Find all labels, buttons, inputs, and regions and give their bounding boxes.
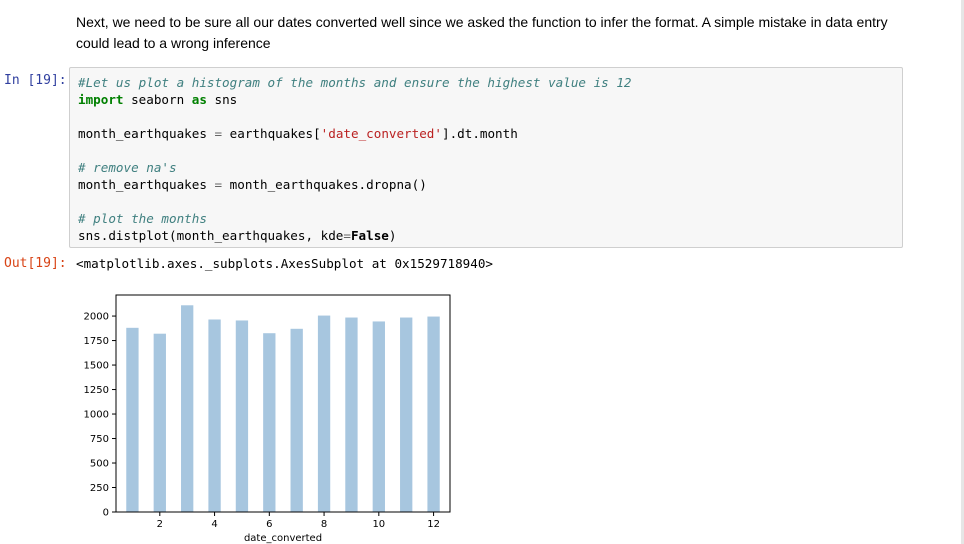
histogram-chart: 025050075010001250150017502000 2 4 6 8 10 12 … [84, 294, 451, 544]
code-text: sns.distplot(month_earthquakes, kde [78, 228, 344, 243]
x-tick-label: 2 [157, 519, 163, 530]
code-text: sns [206, 92, 238, 107]
code-comment: #Let us plot a histogram of the months a… [78, 75, 632, 90]
histogram-bar [126, 327, 139, 512]
x-tick-label: 10 [372, 519, 385, 530]
code-text: earthquakes[ [222, 126, 321, 141]
histogram-bar [208, 319, 221, 512]
code-keyword: False [350, 228, 389, 243]
code-text: seaborn [123, 92, 192, 107]
code-operator: = [214, 177, 223, 192]
code-editor[interactable]: #Let us plot a histogram of the months a… [78, 74, 632, 244]
histogram-bar [427, 316, 440, 512]
code-text: month_earthquakes [78, 126, 215, 141]
in-prompt: In [19]: [4, 73, 67, 88]
y-tick-label: 500 [90, 459, 109, 470]
code-operator: = [343, 228, 351, 243]
y-tick-label: 750 [90, 434, 109, 445]
y-tick-label: 250 [90, 483, 109, 494]
histogram-bar [263, 333, 276, 512]
y-tick-label: 1750 [84, 336, 109, 347]
x-tick-label: 8 [321, 519, 327, 530]
code-text: month_earthquakes [78, 177, 215, 192]
y-ticks: 0 250 500 750 1000 1250 1500 1750 2000 [84, 312, 116, 519]
histogram-bar [153, 333, 166, 512]
y-tick-label: 1000 [84, 410, 109, 421]
histogram-bar [400, 317, 413, 512]
histogram-bar [235, 320, 249, 512]
code-operator: = [214, 126, 223, 141]
code-cell[interactable]: #Let us plot a histogram of the months a… [69, 67, 903, 248]
code-keyword: import [78, 92, 124, 107]
y-tick-label: 2000 [84, 312, 109, 323]
code-text: ) [388, 228, 397, 243]
x-axis-label: date_converted [244, 533, 322, 544]
code-text: ].dt.month [441, 126, 518, 141]
axes-frame [115, 294, 451, 513]
histogram-bar [317, 315, 331, 512]
bars-group [126, 305, 440, 512]
y-tick-label: 1500 [84, 361, 109, 372]
histogram-bar [181, 305, 194, 512]
histogram-bar [372, 321, 385, 512]
code-comment: # plot the months [78, 211, 207, 226]
markdown-text: Next, we need to be sure all our dates c… [76, 14, 888, 51]
out-prompt: Out[19]: [4, 256, 67, 271]
code-comment: # remove na's [78, 160, 177, 175]
code-string: 'date_converted' [320, 126, 442, 141]
x-tick-label: 4 [211, 519, 217, 530]
code-keyword: as [191, 92, 207, 107]
histogram-bar [290, 328, 303, 512]
x-tick-label: 6 [266, 519, 272, 530]
y-tick-label: 1250 [84, 385, 109, 396]
y-tick-label: 0 [103, 508, 109, 519]
x-tick-label: 12 [427, 519, 440, 530]
markdown-cell: Next, we need to be sure all our dates c… [76, 12, 916, 54]
histogram-bar [345, 317, 358, 512]
output-text: <matplotlib.axes._subplots.AxesSubplot a… [76, 256, 494, 271]
x-ticks: 2 4 6 8 10 12 [157, 512, 440, 530]
code-text: month_earthquakes.dropna() [222, 177, 427, 192]
